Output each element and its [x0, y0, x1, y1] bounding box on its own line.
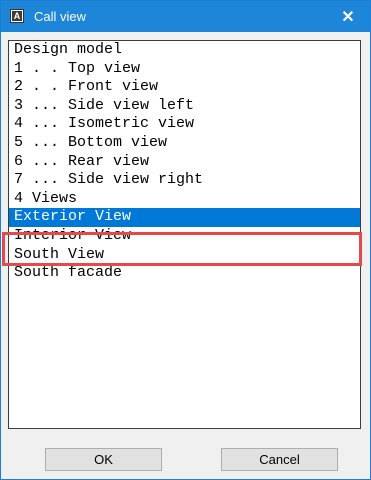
list-item[interactable]: 4 ... Isometric view [9, 115, 360, 134]
list-item[interactable]: South View [9, 246, 360, 265]
view-listbox[interactable]: Design model 1 . . Top view 2 . . Front … [8, 40, 361, 429]
title-bar[interactable]: Call view ✕ [1, 1, 370, 32]
dialog-title: Call view [34, 9, 87, 24]
close-icon[interactable]: ✕ [326, 1, 370, 32]
list-item[interactable]: Interior View [9, 227, 360, 246]
list-item[interactable]: 2 . . Front view [9, 78, 360, 97]
list-item[interactable]: Design model [9, 41, 360, 60]
list-item[interactable]: 3 ... Side view left [9, 97, 360, 116]
ok-button[interactable]: OK [45, 448, 162, 471]
cancel-button[interactable]: Cancel [221, 448, 338, 471]
list-item[interactable]: 5 ... Bottom view [9, 134, 360, 153]
list-item[interactable]: 1 . . Top view [9, 60, 360, 79]
list-item[interactable]: 7 ... Side view right [9, 171, 360, 190]
list-item[interactable]: 4 Views [9, 190, 360, 209]
list-item[interactable]: 6 ... Rear view [9, 153, 360, 172]
call-view-dialog: Call view ✕ Design model 1 . . Top view … [0, 0, 371, 480]
list-item[interactable]: South facade [9, 264, 360, 283]
list-item-selected[interactable]: Exterior View [9, 208, 360, 227]
app-icon [10, 9, 24, 23]
